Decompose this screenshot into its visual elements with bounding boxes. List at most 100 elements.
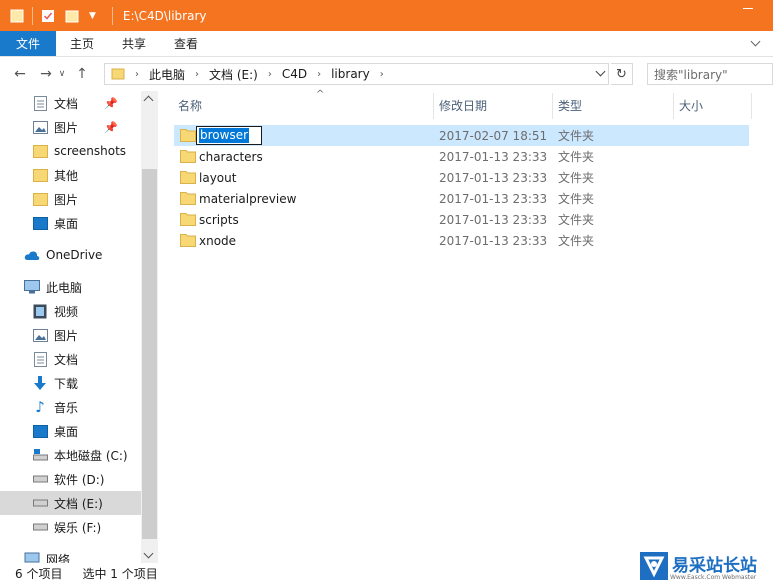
sidebar-item-documents[interactable]: 文档 📌	[32, 91, 140, 115]
table-row[interactable]: scripts 2017-01-13 23:33 文件夹	[174, 209, 749, 230]
recent-locations-button[interactable]: ∨	[56, 64, 68, 84]
folder-icon	[111, 68, 125, 80]
rename-input[interactable]: browser	[196, 126, 262, 145]
breadcrumb-library[interactable]: library	[331, 67, 370, 81]
sidebar-item-this-pc[interactable]: 此电脑	[24, 275, 82, 299]
sidebar-item-pictures-pc[interactable]: 图片	[32, 323, 78, 347]
music-icon: ♪	[35, 398, 45, 416]
sidebar-item-pictures[interactable]: 图片 📌	[32, 115, 140, 139]
folder-icon	[180, 213, 196, 226]
folder-icon	[32, 191, 48, 207]
sidebar-item-label: 视频	[54, 304, 79, 319]
sidebar-item-label: 桌面	[54, 424, 79, 439]
watermark-logo	[640, 551, 668, 580]
column-header-label: 类型	[558, 98, 583, 113]
search-input[interactable]: 搜索"library"	[647, 63, 773, 85]
computer-icon	[24, 279, 40, 295]
sidebar-item-label: 其他	[54, 168, 79, 183]
chevron-up-icon[interactable]	[143, 95, 154, 106]
forward-button[interactable]: →	[36, 64, 56, 84]
breadcrumb-separator-icon: ›	[195, 68, 200, 80]
sidebar-item-downloads[interactable]: 下载	[32, 371, 78, 395]
column-header-label: 大小	[679, 98, 704, 113]
sidebar-item-onedrive[interactable]: OneDrive	[24, 243, 102, 267]
table-row[interactable]: materialpreview 2017-01-13 23:33 文件夹	[174, 188, 749, 209]
drive-icon	[32, 495, 48, 511]
rename-text: browser	[199, 128, 250, 143]
sidebar-item-label: 文档	[54, 96, 79, 111]
chevron-down-icon[interactable]	[143, 548, 154, 559]
watermark-text: 易采站长站	[672, 555, 757, 576]
cloud-icon	[24, 247, 40, 263]
chevron-down-icon[interactable]	[595, 66, 606, 77]
breadcrumb-c4d[interactable]: C4D	[282, 67, 307, 81]
sidebar-item-label: 网络	[46, 552, 71, 564]
new-folder-icon[interactable]	[65, 9, 79, 23]
minimize-button[interactable]	[743, 8, 753, 9]
sidebar-item-documents-pc[interactable]: 文档	[32, 347, 78, 371]
breadcrumb-separator-icon: ›	[267, 68, 272, 80]
refresh-button[interactable]: ↻	[611, 63, 633, 85]
sidebar-item-label: OneDrive	[46, 248, 103, 262]
folder-icon	[32, 167, 48, 183]
table-row[interactable]: browser 2017-02-07 18:51 文件夹	[174, 125, 749, 146]
folder-icon	[32, 143, 48, 159]
breadcrumb-separator-icon: ›	[379, 68, 384, 80]
scrollbar-thumb[interactable]	[142, 169, 157, 539]
column-divider[interactable]	[433, 93, 434, 119]
sidebar-item-label: 下载	[54, 376, 79, 391]
sidebar-item-label: 图片	[54, 192, 79, 207]
expand-ribbon-icon[interactable]	[750, 36, 761, 47]
sidebar-item-desktop[interactable]: 桌面	[32, 211, 78, 235]
column-header-type[interactable]: 类型	[558, 91, 668, 119]
back-button[interactable]: ←	[10, 64, 30, 84]
column-divider[interactable]	[751, 93, 752, 119]
pictures-icon	[32, 119, 48, 135]
tab-file[interactable]: 文件	[0, 31, 57, 56]
breadcrumb-this-pc[interactable]: 此电脑	[149, 66, 185, 83]
sidebar-item-desktop-pc[interactable]: 桌面	[32, 419, 78, 443]
file-list: ^ 名称 修改日期 类型 大小 browser 2017-02-07 18:51…	[160, 89, 773, 563]
table-row[interactable]: characters 2017-01-13 23:33 文件夹	[174, 146, 749, 167]
folder-icon	[180, 171, 196, 184]
sidebar-item-other[interactable]: 其他	[32, 163, 78, 187]
sidebar-scrollbar[interactable]	[141, 91, 158, 563]
table-row[interactable]: xnode 2017-01-13 23:33 文件夹	[174, 230, 749, 251]
sidebar-item-pictures-folder[interactable]: 图片	[32, 187, 78, 211]
column-header-size[interactable]: 大小	[679, 91, 749, 119]
column-header-label: 名称	[178, 98, 203, 113]
file-type: 文件夹	[558, 213, 595, 227]
folder-icon	[180, 129, 196, 142]
drive-icon	[32, 447, 48, 463]
tab-share[interactable]: 共享	[108, 31, 160, 56]
breadcrumb-drive-e[interactable]: 文档 (E:)	[209, 66, 258, 83]
column-divider[interactable]	[673, 93, 674, 119]
tab-view[interactable]: 查看	[160, 31, 212, 56]
desktop-icon	[32, 215, 48, 231]
column-header-label: 修改日期	[439, 98, 488, 113]
pin-icon[interactable]: 📌	[104, 121, 118, 134]
file-name: scripts	[199, 212, 239, 227]
properties-icon[interactable]	[41, 9, 55, 23]
sidebar-item-screenshots[interactable]: screenshots	[32, 139, 126, 163]
column-divider[interactable]	[552, 93, 553, 119]
sidebar-item-drive-d[interactable]: 软件 (D:)	[32, 467, 104, 491]
file-type: 文件夹	[558, 192, 595, 206]
sidebar-item-drive-f[interactable]: 娱乐 (F:)	[32, 515, 101, 539]
breadcrumb-separator-icon: ›	[317, 68, 322, 80]
up-button[interactable]: ↑	[72, 64, 92, 84]
pin-icon[interactable]: 📌	[104, 97, 118, 110]
column-header-name[interactable]: ^ 名称	[178, 89, 433, 119]
address-bar[interactable]: › 此电脑 › 文档 (E:) › C4D › library ›	[104, 63, 609, 85]
sidebar-item-drive-c[interactable]: 本地磁盘 (C:)	[32, 443, 128, 467]
sidebar-item-music[interactable]: ♪ 音乐	[32, 395, 78, 419]
sidebar-item-network[interactable]: 网络	[24, 547, 70, 563]
sidebar-item-videos[interactable]: 视频	[32, 299, 78, 323]
tab-home[interactable]: 主页	[56, 31, 108, 56]
table-row[interactable]: layout 2017-01-13 23:33 文件夹	[174, 167, 749, 188]
sidebar-item-drive-e[interactable]: 文档 (E:)	[0, 491, 141, 515]
file-type: 文件夹	[558, 150, 595, 164]
column-header-date[interactable]: 修改日期	[439, 91, 549, 119]
customize-toolbar-icon[interactable]: ▼	[89, 11, 96, 21]
sidebar-item-label: 桌面	[54, 216, 79, 231]
